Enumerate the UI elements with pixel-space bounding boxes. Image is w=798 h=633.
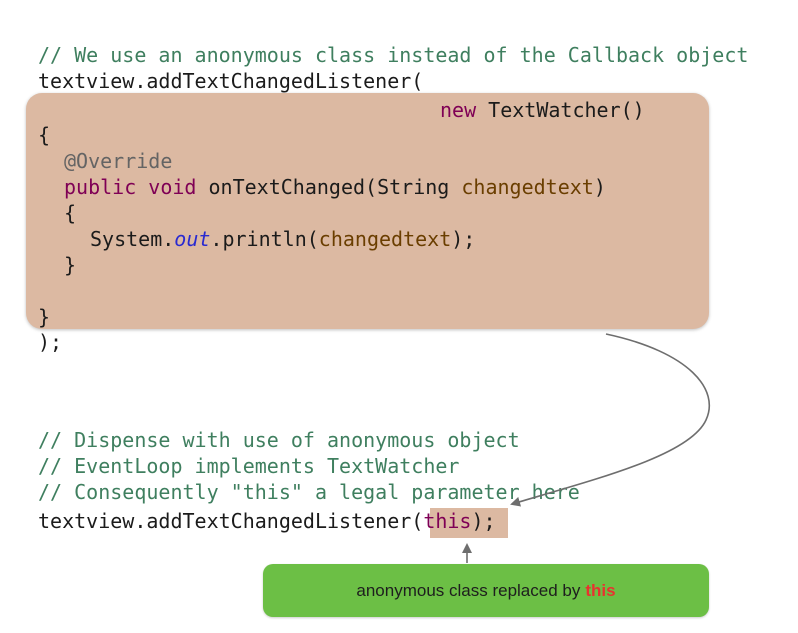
curved-arrow: [510, 333, 711, 507]
callout-box: anonymous class replaced by this: [263, 564, 709, 617]
callout-text: anonymous class replaced by: [356, 580, 581, 600]
callout-highlight: this: [585, 580, 616, 600]
connector-arrows: [462, 333, 711, 563]
